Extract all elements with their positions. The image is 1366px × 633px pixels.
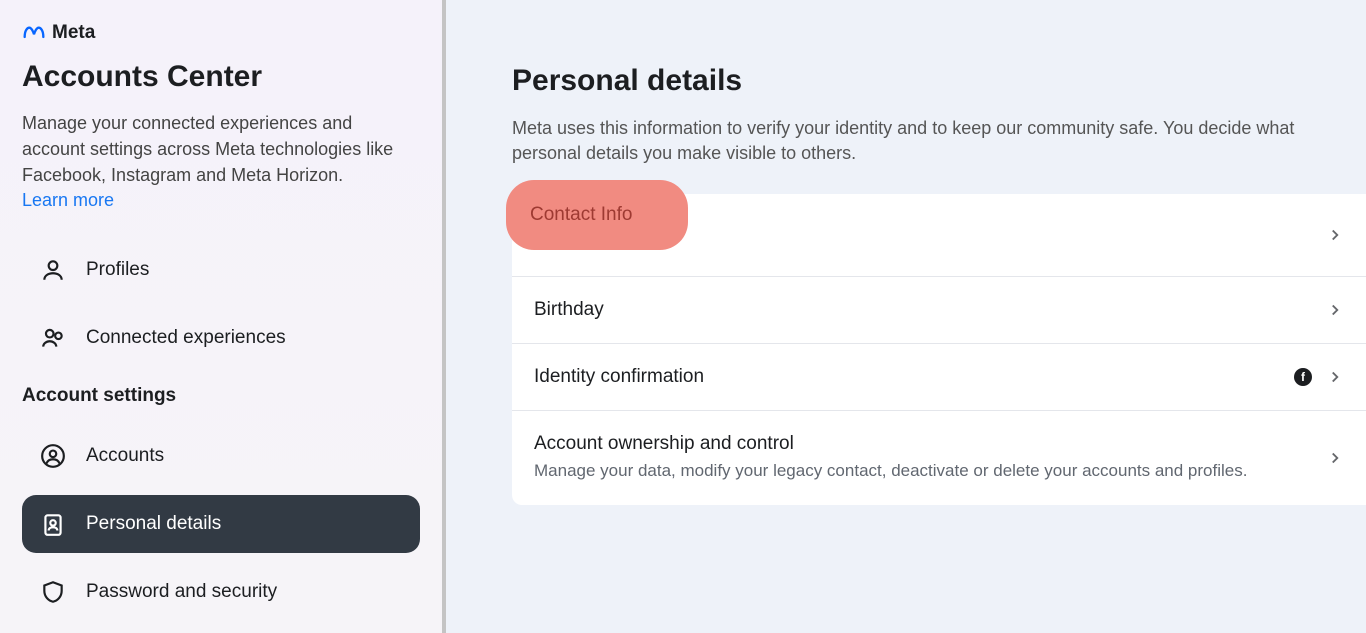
sidebar-item-personal-details[interactable]: Personal details [22,495,420,553]
id-card-icon [40,511,66,537]
account-circle-icon [40,443,66,469]
nav-label: Accounts [86,445,164,467]
sidebar-item-accounts[interactable]: Accounts [22,427,420,485]
meta-logo-icon [22,25,46,41]
chevron-right-icon [1326,226,1344,244]
sidebar-item-connected-experiences[interactable]: Connected experiences [22,309,420,367]
sidebar-section-title: Account settings [22,385,420,407]
person-icon [40,257,66,283]
chevron-right-icon [1326,301,1344,319]
row-identity-confirmation[interactable]: Identity confirmation f [512,344,1366,411]
row-subtitle: Manage your data, modify your legacy con… [534,459,1314,483]
row-title: Account ownership and control [534,433,1326,455]
sidebar-item-profiles[interactable]: Profiles [22,241,420,299]
row-title: Birthday [534,299,1326,321]
main-content: Personal details Meta uses this informat… [446,0,1366,633]
shield-icon [40,579,66,605]
sidebar: Meta Accounts Center Manage your connect… [0,0,446,633]
nav-label: Personal details [86,513,221,535]
highlight-label: Contact Info [530,204,632,225]
page-title: Personal details [512,64,1366,98]
chevron-right-icon [1326,368,1344,386]
people-icon [40,325,66,351]
sidebar-item-password-security[interactable]: Password and security [22,563,420,621]
nav-label: Password and security [86,581,277,603]
nav-label: Connected experiences [86,327,286,349]
page-description: Meta uses this information to verify you… [512,116,1362,166]
sidebar-description: Manage your connected experiences and ac… [22,110,420,188]
sidebar-title: Accounts Center [22,60,420,94]
chevron-right-icon [1326,449,1344,467]
nav-label: Profiles [86,259,149,281]
row-birthday[interactable]: Birthday [512,277,1366,344]
row-account-ownership[interactable]: Account ownership and control Manage you… [512,411,1366,505]
brand-logo: Meta [22,22,420,44]
facebook-icon: f [1294,368,1312,386]
brand-name: Meta [52,22,95,44]
row-contact-info[interactable]: Contact Info Contact Info [512,194,1366,277]
row-title: Identity confirmation [534,366,1294,388]
learn-more-link[interactable]: Learn more [22,190,114,210]
settings-card: Contact Info Contact Info Birthday [512,194,1366,505]
